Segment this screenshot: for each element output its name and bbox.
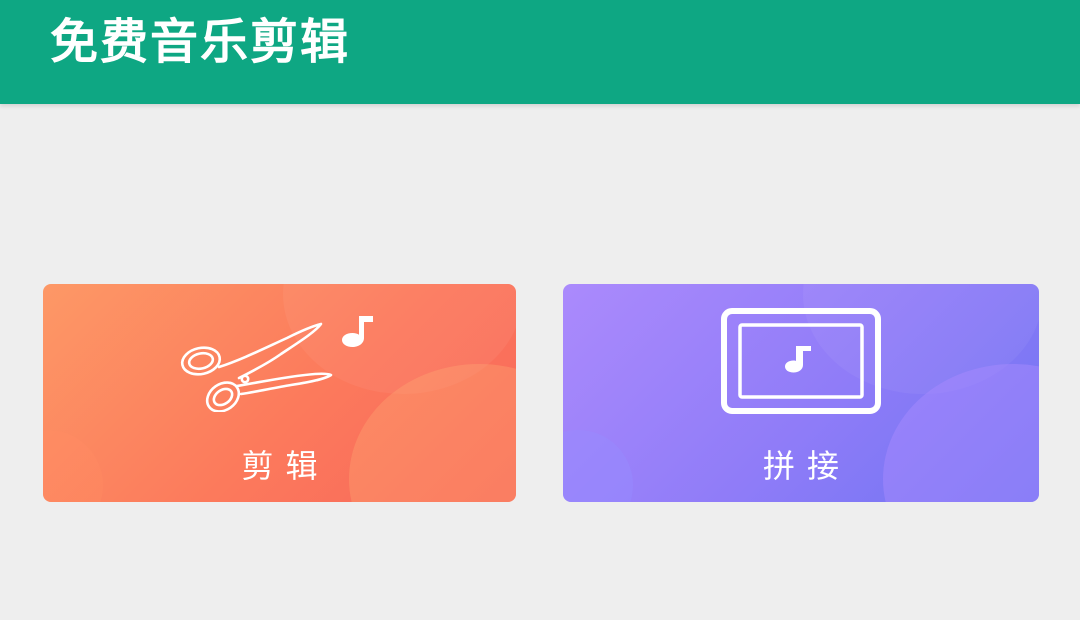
app-bar: 免费音乐剪辑	[0, 0, 1080, 104]
edit-card[interactable]: 剪辑	[43, 284, 516, 502]
scissors-music-icon	[179, 312, 379, 413]
screen-music-icon	[721, 308, 881, 414]
app-title: 免费音乐剪辑	[50, 14, 351, 70]
join-card[interactable]: 拼接	[563, 284, 1039, 502]
edit-card-label: 剪辑	[241, 447, 330, 485]
join-card-label: 拼接	[762, 447, 851, 485]
